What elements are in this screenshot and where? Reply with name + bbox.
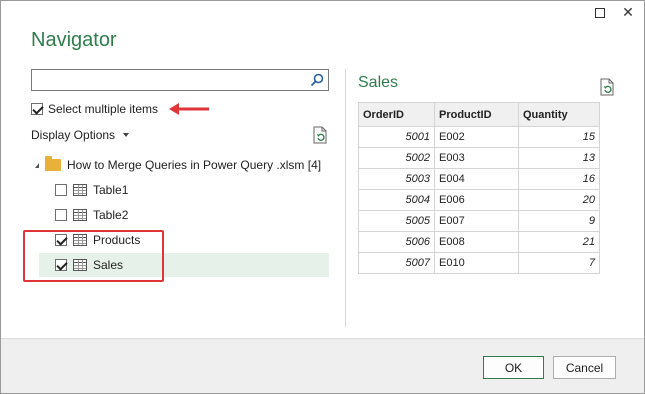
close-icon: ✕: [622, 5, 634, 21]
column-header-productid[interactable]: ProductID: [434, 102, 519, 127]
pane-divider: [345, 69, 346, 327]
tree-item-label: Sales: [93, 258, 124, 272]
expand-triangle-icon[interactable]: [35, 162, 39, 168]
cell-productid: E008: [434, 231, 519, 253]
preview-title: Sales: [358, 74, 399, 91]
tree-item-products[interactable]: Products: [39, 228, 159, 252]
dialog-title: Navigator: [31, 29, 117, 51]
cell-quantity: 15: [518, 126, 600, 148]
table-row: 5006 E008 21: [358, 231, 600, 253]
table-icon: [73, 209, 87, 221]
cell-productid: E003: [434, 147, 519, 169]
column-header-orderid[interactable]: OrderID: [358, 102, 435, 127]
display-options-dropdown[interactable]: Display Options: [31, 128, 130, 142]
tree-item-label: Table2: [93, 208, 129, 222]
tree-item-sales[interactable]: Sales: [39, 253, 329, 277]
folder-icon: [45, 156, 61, 171]
column-header-quantity[interactable]: Quantity: [518, 102, 600, 127]
table-icon: [73, 184, 87, 196]
cell-productid: E010: [434, 252, 519, 274]
table-row: 5005 E007 9: [358, 210, 600, 232]
search-input[interactable]: [31, 69, 329, 91]
tree-item-label: Table1: [93, 183, 129, 197]
ok-button[interactable]: OK: [483, 356, 544, 379]
navigator-dialog: ✕ Navigator Select multiple items Displa…: [0, 0, 645, 394]
item-checkbox[interactable]: [55, 259, 67, 271]
close-button[interactable]: ✕: [615, 3, 641, 23]
table-row: 5007 E010 7: [358, 252, 600, 274]
table-row: 5003 E004 16: [358, 168, 600, 190]
cell-productid: E006: [434, 189, 519, 211]
maximize-icon: [595, 8, 605, 18]
tree-item-label: Products: [93, 233, 141, 247]
tree-root-workbook[interactable]: How to Merge Queries in Power Query .xls…: [35, 155, 321, 175]
table-icon: [73, 234, 87, 246]
cell-productid: E007: [434, 210, 519, 232]
select-multiple-checkbox[interactable]: [31, 103, 43, 115]
maximize-button[interactable]: [587, 3, 613, 23]
table-row: 5001 E002 15: [358, 126, 600, 148]
item-checkbox[interactable]: [55, 234, 67, 246]
table-header-row: OrderID ProductID Quantity: [358, 102, 600, 127]
caret-down-icon: [123, 133, 130, 137]
cell-productid: E004: [434, 168, 519, 190]
annotation-arrow-icon: [169, 103, 209, 115]
table-row: 5004 E006 20: [358, 189, 600, 211]
cell-quantity: 16: [518, 168, 600, 190]
table-icon: [73, 259, 87, 271]
cell-quantity: 7: [518, 252, 600, 274]
item-checkbox[interactable]: [55, 184, 67, 196]
cell-orderid: 5004: [358, 189, 435, 211]
cell-quantity: 9: [518, 210, 600, 232]
tree-item-table2[interactable]: Table2: [39, 203, 159, 227]
tree-item-table1[interactable]: Table1: [39, 178, 159, 202]
tree-root-label: How to Merge Queries in Power Query .xls…: [67, 158, 322, 172]
cell-orderid: 5001: [358, 126, 435, 148]
select-multiple-row[interactable]: Select multiple items: [31, 102, 158, 116]
refresh-icon[interactable]: [599, 78, 615, 96]
cell-orderid: 5007: [358, 252, 435, 274]
select-multiple-label: Select multiple items: [48, 102, 159, 116]
cell-orderid: 5006: [358, 231, 435, 253]
table-row: 5002 E003 13: [358, 147, 600, 169]
cell-quantity: 20: [518, 189, 600, 211]
dialog-footer: OK Cancel: [1, 338, 644, 393]
cell-quantity: 13: [518, 147, 600, 169]
cell-quantity: 21: [518, 231, 600, 253]
cell-orderid: 5003: [358, 168, 435, 190]
cell-productid: E002: [434, 126, 519, 148]
item-checkbox[interactable]: [55, 209, 67, 221]
preview-table: OrderID ProductID Quantity 5001 E002 15 …: [358, 102, 600, 274]
cell-orderid: 5002: [358, 147, 435, 169]
search-icon[interactable]: [310, 73, 324, 87]
display-options-label: Display Options: [31, 128, 116, 142]
refresh-icon[interactable]: [312, 126, 328, 144]
cancel-button[interactable]: Cancel: [553, 356, 616, 379]
cell-orderid: 5005: [358, 210, 435, 232]
